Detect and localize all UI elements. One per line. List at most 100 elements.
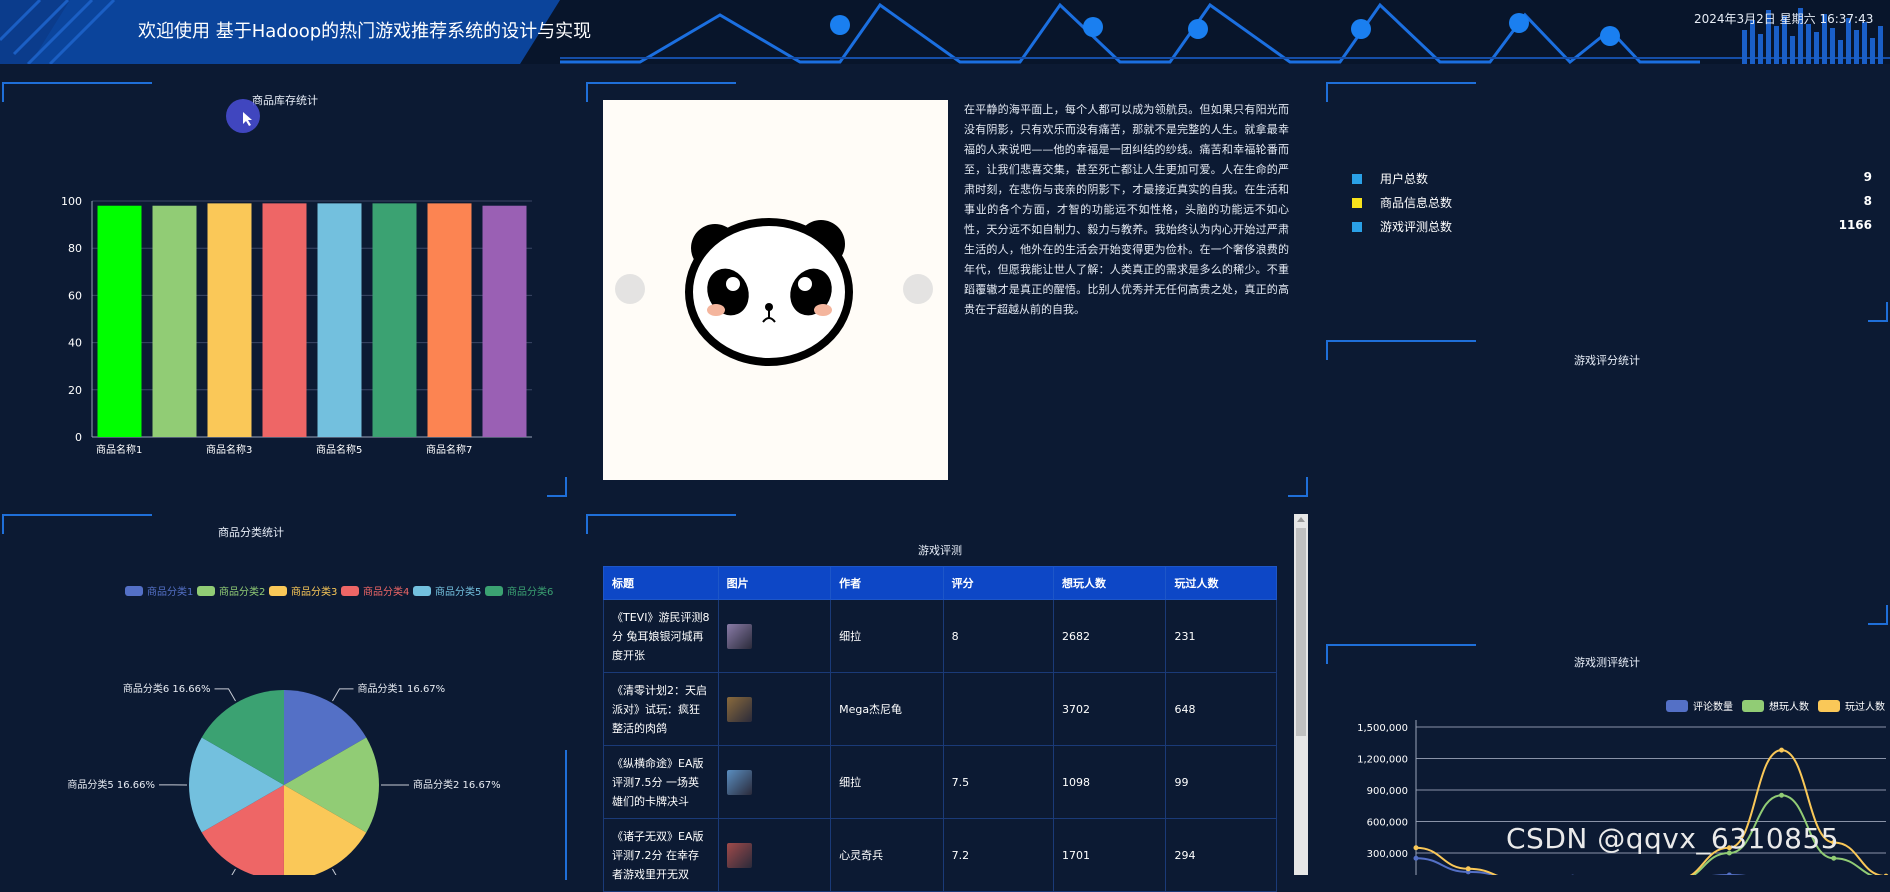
table-row[interactable]: 《纵横命途》EA版评测7.5分 一场英雄们的卡牌决斗 细拉 7.5 1098 9…: [604, 746, 1277, 819]
stat-label: 用户总数: [1380, 170, 1428, 187]
game-thumbnail[interactable]: [727, 770, 752, 795]
stat-row-products: 商品信息总数 8: [1352, 194, 1872, 214]
bar: [208, 203, 252, 437]
carousel-prev-button[interactable]: [615, 274, 645, 304]
x-tick-label: 商品名称5: [316, 443, 362, 456]
datetime-display: 2024年3月2日 星期六 16:37:43: [1694, 10, 1873, 27]
y-tick-label: 900,000: [1367, 786, 1408, 797]
inventory-chart-title: 商品库存统计: [252, 92, 318, 108]
pie-label-line: [214, 869, 235, 875]
table-scrollbar[interactable]: [1294, 514, 1308, 875]
panel-border-line: [2, 514, 152, 516]
pie-label-line: [333, 689, 354, 701]
legend-label: 商品分类5: [435, 585, 481, 598]
game-thumbnail[interactable]: [727, 843, 752, 868]
legend-label: 商品分类1: [147, 585, 193, 598]
y-tick-label: 100: [61, 195, 82, 208]
y-tick-label: 1,200,000: [1357, 755, 1408, 766]
legend-swatch: [125, 586, 143, 596]
review-title-cell[interactable]: 《TEVI》游民评测8分 兔耳娘银河城再度开张: [604, 600, 719, 673]
table-row[interactable]: 《TEVI》游民评测8分 兔耳娘银河城再度开张 细拉 8 2682 231: [604, 600, 1277, 673]
legend-label: 想玩人数: [1769, 700, 1809, 713]
table-header-row: 标题 图片 作者 评分 想玩人数 玩过人数: [604, 567, 1277, 600]
bar: [428, 203, 472, 437]
column-header[interactable]: 图片: [718, 567, 830, 600]
review-image-cell: [718, 819, 830, 892]
legend-square-icon: [1352, 222, 1362, 232]
legend-square-icon: [1352, 198, 1362, 208]
panel-border-line: [586, 514, 736, 516]
x-tick-label: 商品名称3: [206, 443, 252, 456]
column-header[interactable]: 想玩人数: [1054, 567, 1166, 600]
pie-label: 商品分类2 16.67%: [413, 778, 501, 791]
data-point: [1414, 845, 1419, 850]
legend-swatch: [197, 586, 215, 596]
y-tick-label: 600,000: [1367, 818, 1408, 829]
pie-label: 商品分类6 16.66%: [123, 682, 211, 695]
watermark: CSDN @qqvx_6310855: [1506, 822, 1839, 855]
pie-label-line: [332, 869, 353, 875]
data-point: [1831, 856, 1836, 861]
review-played-cell: 231: [1166, 600, 1277, 673]
legend-swatch: [1818, 700, 1840, 712]
intro-text: 在平静的海平面上，每个人都可以成为领航员。但如果只有阳光而没有阴影，只有欢乐而没…: [964, 100, 1289, 320]
column-header[interactable]: 标题: [604, 567, 719, 600]
bar: [263, 203, 307, 437]
panel-border-line: [2, 82, 152, 84]
legend-swatch: [485, 586, 503, 596]
table-row[interactable]: 《清零计划2：天启派对》试玩：疯狂整活的肉鸽 Mega杰尼龟 3702 648: [604, 673, 1277, 746]
review-want-cell: 1098: [1054, 746, 1166, 819]
stat-label: 游戏评测总数: [1380, 218, 1452, 235]
column-header[interactable]: 玩过人数: [1166, 567, 1277, 600]
table-row[interactable]: 《诸子无双》EA版评测7.2分 在幸存者游戏里开无双 心灵奇兵 7.2 1701…: [604, 819, 1277, 892]
legend-swatch: [1742, 700, 1764, 712]
review-stat-chart-title: 游戏测评统计: [1574, 654, 1640, 670]
series-line: [1416, 750, 1886, 875]
review-image-cell: [718, 600, 830, 673]
column-header[interactable]: 评分: [943, 567, 1053, 600]
legend-square-icon: [1352, 174, 1362, 184]
y-tick-label: 20: [68, 384, 82, 397]
stat-value: 8: [1864, 194, 1872, 208]
column-header[interactable]: 作者: [831, 567, 944, 600]
game-thumbnail[interactable]: [727, 697, 752, 722]
carousel-slide[interactable]: [603, 100, 948, 480]
review-want-cell: 3702: [1054, 673, 1166, 746]
review-score-cell: 7.5: [943, 746, 1053, 819]
panel-corner: [1326, 340, 1346, 360]
panel-corner: [1868, 605, 1888, 625]
review-title-cell[interactable]: 《清零计划2：天启派对》试玩：疯狂整活的肉鸽: [604, 673, 719, 746]
review-title-cell[interactable]: 《诸子无双》EA版评测7.2分 在幸存者游戏里开无双: [604, 819, 719, 892]
series-line: [1416, 858, 1886, 875]
y-tick-label: 60: [68, 289, 82, 302]
legend-swatch: [413, 586, 431, 596]
review-author-cell: 细拉: [831, 600, 944, 673]
bar: [98, 206, 142, 437]
game-thumbnail[interactable]: [727, 624, 752, 649]
scroll-up-arrow-icon[interactable]: [1297, 517, 1305, 522]
carousel-next-button[interactable]: [903, 274, 933, 304]
bar: [318, 203, 362, 437]
category-pie-chart: 商品分类1商品分类2商品分类3商品分类4商品分类5商品分类6商品分类1 16.6…: [0, 570, 580, 875]
y-tick-label: 0: [75, 431, 82, 444]
review-title-cell[interactable]: 《纵横命途》EA版评测7.5分 一场英雄们的卡牌决斗: [604, 746, 719, 819]
review-want-cell: 2682: [1054, 600, 1166, 673]
stat-row-reviews: 游戏评测总数 1166: [1352, 218, 1872, 238]
review-score-cell: [943, 673, 1053, 746]
review-score-cell: 7.2: [943, 819, 1053, 892]
panel-border-line: [1326, 82, 1476, 84]
scrollbar-thumb[interactable]: [1296, 528, 1306, 736]
y-tick-label: 80: [68, 242, 82, 255]
panel-corner: [1326, 82, 1346, 102]
panel-border-line: [1326, 340, 1476, 342]
page-title: 欢迎使用 基于Hadoop的热门游戏推荐系统的设计与实现: [138, 17, 591, 43]
stat-value: 9: [1864, 170, 1872, 184]
review-table: 标题 图片 作者 评分 想玩人数 玩过人数 《TEVI》游民评测8分 兔耳娘银河…: [603, 566, 1277, 892]
panda-image: [603, 100, 948, 480]
legend-label: 商品分类6: [507, 585, 553, 598]
pie-label: 商品分类1 16.67%: [358, 682, 446, 695]
review-played-cell: 99: [1166, 746, 1277, 819]
bar: [483, 206, 527, 437]
rating-chart-title: 游戏评分统计: [1574, 352, 1640, 368]
legend-label: 商品分类4: [363, 585, 409, 598]
